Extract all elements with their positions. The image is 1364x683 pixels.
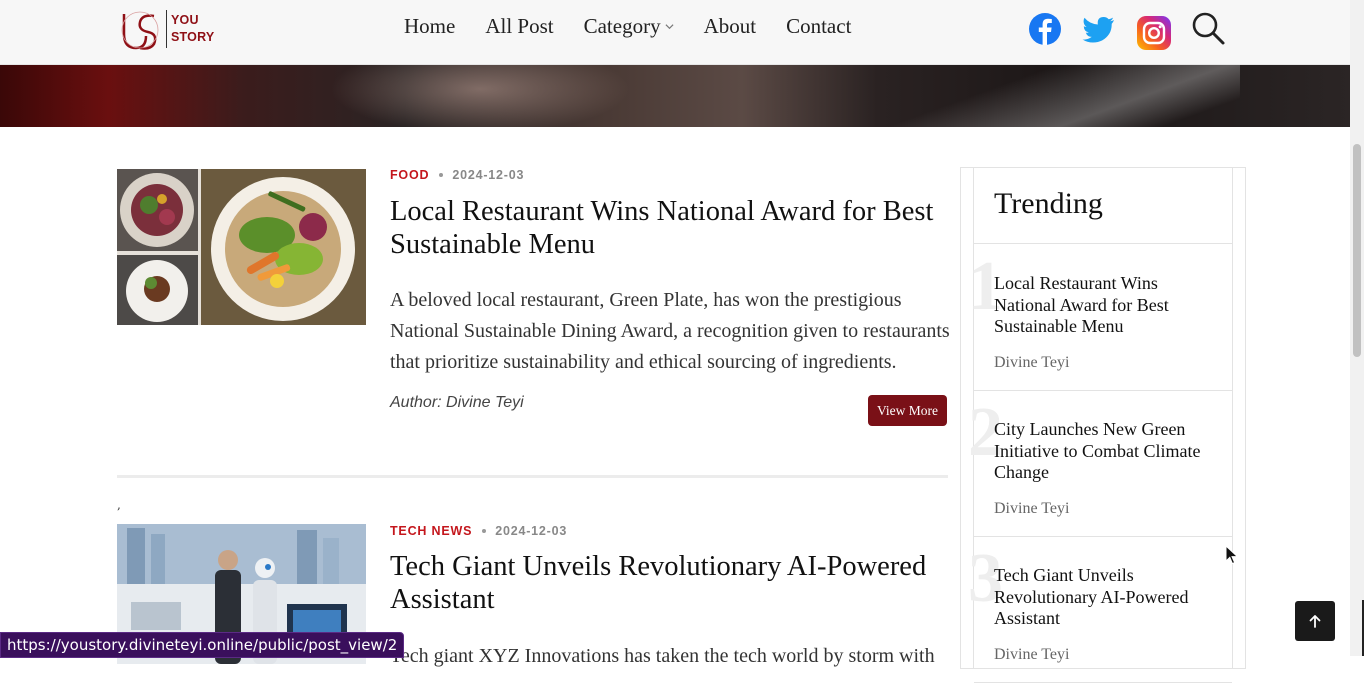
chevron-down-icon <box>665 24 674 30</box>
scrollbar-thumb[interactable] <box>1353 144 1361 357</box>
trending-item-title[interactable]: City Launches New Green Initiative to Co… <box>994 419 1214 484</box>
trending-panel: Trending 1 Local Restaurant Wins Nationa… <box>968 168 1233 683</box>
nav-category[interactable]: Category <box>584 14 674 39</box>
separator-tick: , <box>117 498 121 512</box>
trending-item-author: Divine Teyi <box>994 646 1070 663</box>
article-date: 2024-12-03 <box>495 524 568 538</box>
logo-text: YOU STORY <box>171 12 214 46</box>
nav-home[interactable]: Home <box>404 14 455 39</box>
category-link[interactable]: FOOD <box>390 168 429 182</box>
article-author: Author: Divine Teyi <box>390 394 524 411</box>
trending-title: Trending <box>994 187 1103 220</box>
article-excerpt: A beloved local restaurant, Green Plate,… <box>390 289 950 373</box>
trending-header: Trending <box>974 168 1232 244</box>
nav-all-post[interactable]: All Post <box>485 14 553 39</box>
nav-category-label: Category <box>583 14 661 38</box>
logo-line-2: STORY <box>171 30 215 44</box>
page-scrollbar[interactable] <box>1350 0 1364 656</box>
hero-highlight <box>330 64 630 127</box>
facebook-icon[interactable] <box>1027 11 1063 47</box>
nav-about[interactable]: About <box>704 14 757 39</box>
trending-item-author: Divine Teyi <box>994 354 1070 371</box>
article-meta: TECH NEWS 2024-12-03 <box>390 524 567 538</box>
nav-contact[interactable]: Contact <box>786 14 851 39</box>
site-logo[interactable]: YOU STORY <box>118 8 214 50</box>
trending-item[interactable]: 3 Tech Giant Unveils Revolutionary AI-Po… <box>968 536 1232 683</box>
category-link[interactable]: TECH NEWS <box>390 524 472 538</box>
back-to-top-button[interactable] <box>1295 601 1335 641</box>
view-more-button[interactable]: View More <box>868 395 947 426</box>
article-title[interactable]: Tech Giant Unveils Revolutionary AI-Powe… <box>390 550 950 616</box>
trending-item[interactable]: 1 Local Restaurant Wins National Award f… <box>968 244 1232 391</box>
meta-dot <box>482 529 487 533</box>
site-header: YOU STORY Home All Post Category About C… <box>0 0 1350 65</box>
logo-divider <box>166 10 167 48</box>
twitter-icon[interactable] <box>1081 11 1117 47</box>
trending-item-author: Divine Teyi <box>994 500 1070 517</box>
article-excerpt: Tech giant XYZ Innovations has taken the… <box>390 645 935 667</box>
arrow-up-icon <box>1309 615 1321 628</box>
article-separator <box>117 475 948 478</box>
article-date: 2024-12-03 <box>452 168 525 182</box>
mouse-cursor-icon <box>1225 545 1239 565</box>
trending-item-title[interactable]: Local Restaurant Wins National Award for… <box>994 273 1214 338</box>
article-title[interactable]: Local Restaurant Wins National Award for… <box>390 195 950 261</box>
status-url-bar: https://youstory.divineteyi.online/publi… <box>0 632 405 658</box>
logo-mark-icon <box>121 11 159 50</box>
main-nav: Home All Post Category About Contact <box>404 14 851 39</box>
hero-highlight <box>880 64 1240 127</box>
search-icon[interactable] <box>1190 10 1226 46</box>
article-thumbnail[interactable] <box>117 169 366 325</box>
article-card: FOOD 2024-12-03 Local Restaurant Wins Na… <box>117 168 950 468</box>
instagram-icon[interactable] <box>1136 15 1172 51</box>
trending-item-title[interactable]: Tech Giant Unveils Revolutionary AI-Powe… <box>994 565 1214 630</box>
article-meta: FOOD 2024-12-03 <box>390 168 524 182</box>
trending-sidebar: Trending 1 Local Restaurant Wins Nationa… <box>960 167 1246 683</box>
hero-banner-image <box>0 64 1350 127</box>
meta-dot <box>439 173 444 177</box>
trending-item[interactable]: 2 City Launches New Green Initiative to … <box>968 390 1232 537</box>
logo-line-1: YOU <box>171 13 199 27</box>
food-image <box>117 169 366 325</box>
